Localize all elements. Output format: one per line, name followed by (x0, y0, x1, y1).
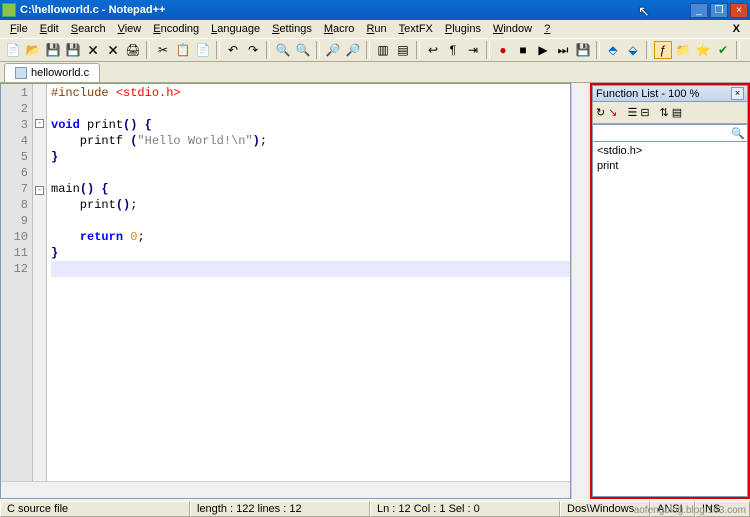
fold-toggle-icon[interactable]: - (35, 186, 44, 195)
list-view-icon[interactable]: ☰ (627, 106, 637, 119)
sync-v-icon[interactable]: ▥ (374, 41, 392, 59)
watermark: aofengblog.blog.163.com (634, 505, 746, 516)
menu-language[interactable]: Language (205, 22, 266, 36)
save-icon[interactable]: 💾 (44, 41, 62, 59)
compare2-icon[interactable]: ⬙ (624, 41, 642, 59)
vertical-scrollbar[interactable] (571, 83, 588, 499)
indent-icon[interactable]: ⇥ (464, 41, 482, 59)
menu-settings[interactable]: Settings (266, 22, 318, 36)
save-all-icon[interactable]: 💾 (64, 41, 82, 59)
status-filetype: C source file (0, 501, 190, 517)
sort-icon[interactable]: ⇅ (660, 106, 669, 119)
maximize-button[interactable]: ❐ (710, 3, 728, 18)
stop-icon[interactable]: ■ (514, 41, 532, 59)
file-icon (15, 67, 27, 79)
refresh-icon[interactable]: ↻ (596, 106, 605, 119)
function-list-item[interactable]: print (597, 159, 743, 174)
menu-view[interactable]: View (112, 22, 148, 36)
menu-help[interactable]: ? (538, 22, 556, 36)
menu-run[interactable]: Run (360, 22, 392, 36)
find-icon[interactable]: 🔍 (274, 41, 292, 59)
savemacro-icon[interactable]: 💾 (574, 41, 592, 59)
search-icon: 🔍 (731, 127, 745, 140)
tab-label: helloworld.c (31, 67, 89, 79)
menu-search[interactable]: Search (65, 22, 112, 36)
funclist-icon[interactable]: ƒ (654, 41, 672, 59)
print-icon[interactable]: 🖨 (124, 41, 142, 59)
menu-window[interactable]: Window (487, 22, 538, 36)
undo-icon[interactable]: ↶ (224, 41, 242, 59)
play-icon[interactable]: ▶ (534, 41, 552, 59)
status-length: length : 122 lines : 12 (190, 501, 370, 517)
compare-icon[interactable]: ⬘ (604, 41, 622, 59)
function-list-item[interactable]: <stdio.h> (597, 144, 743, 159)
menu-encoding[interactable]: Encoding (147, 22, 205, 36)
allchars-icon[interactable]: ¶ (444, 41, 462, 59)
replace-icon[interactable]: 🔍 (294, 41, 312, 59)
doc-close-icon[interactable]: X (727, 23, 746, 35)
goto-icon[interactable]: ↘ (608, 106, 617, 119)
function-search-input[interactable]: 🔍 (592, 124, 748, 142)
spell-icon[interactable]: ✔ (714, 41, 732, 59)
panel-close-icon[interactable]: × (731, 87, 744, 100)
function-list-panel: Function List - 100 % × ↻ ↘ ☰ ⊟ ⇅ ▤ 🔍 <s… (590, 83, 750, 499)
close-button[interactable]: × (730, 3, 748, 18)
minimize-button[interactable]: _ (690, 3, 708, 18)
open-file-icon[interactable]: 📂 (24, 41, 42, 59)
menu-file[interactable]: File (4, 22, 34, 36)
status-position: Ln : 12 Col : 1 Sel : 0 (370, 501, 560, 517)
playmulti-icon[interactable]: ⏭ (554, 41, 572, 59)
window-title: C:\helloworld.c - Notepad++ (20, 4, 690, 16)
menubar: FileEditSearchViewEncodingLanguageSettin… (0, 20, 750, 38)
function-list-toolbar: ↻ ↘ ☰ ⊟ ⇅ ▤ (592, 102, 748, 124)
redo-icon[interactable]: ↷ (244, 41, 262, 59)
toolbar: 📄 📂 💾 💾 🗙 🗙 🖨 ✂ 📋 📄 ↶ ↷ 🔍 🔍 🔎 🔎 ▥ ▤ ↩ ¶ … (0, 38, 750, 62)
fold-toggle-icon[interactable]: - (35, 119, 44, 128)
explorer-icon[interactable]: 📁 (674, 41, 692, 59)
window-titlebar: C:\helloworld.c - Notepad++ _ ❐ × (0, 0, 750, 20)
app-icon (2, 3, 16, 17)
zoom-in-icon[interactable]: 🔎 (324, 41, 342, 59)
close-all-icon[interactable]: 🗙 (104, 41, 122, 59)
horizontal-scrollbar[interactable] (1, 481, 570, 498)
record-icon[interactable]: ● (494, 41, 512, 59)
cut-icon[interactable]: ✂ (154, 41, 172, 59)
copy-icon[interactable]: 📋 (174, 41, 192, 59)
tree-view-icon[interactable]: ⊟ (640, 106, 649, 119)
wordwrap-icon[interactable]: ↩ (424, 41, 442, 59)
zoom-out-icon[interactable]: 🔎 (344, 41, 362, 59)
close-file-icon[interactable]: 🗙 (84, 41, 102, 59)
tab-helloworld[interactable]: helloworld.c (4, 63, 100, 82)
tabbar: helloworld.c (0, 62, 750, 83)
menu-textfx[interactable]: TextFX (393, 22, 439, 36)
menu-edit[interactable]: Edit (34, 22, 65, 36)
paste-icon[interactable]: 📄 (194, 41, 212, 59)
new-file-icon[interactable]: 📄 (4, 41, 22, 59)
code-editor[interactable]: 123456789101112--#include <stdio.h>void … (1, 84, 570, 481)
menu-plugins[interactable]: Plugins (439, 22, 487, 36)
sync-h-icon[interactable]: ▤ (394, 41, 412, 59)
menu-macro[interactable]: Macro (318, 22, 361, 36)
filter-icon[interactable]: ▤ (672, 106, 682, 119)
fav-icon[interactable]: ⭐ (694, 41, 712, 59)
function-list[interactable]: <stdio.h>print (592, 142, 748, 497)
function-list-title: Function List - 100 % × (592, 85, 748, 102)
